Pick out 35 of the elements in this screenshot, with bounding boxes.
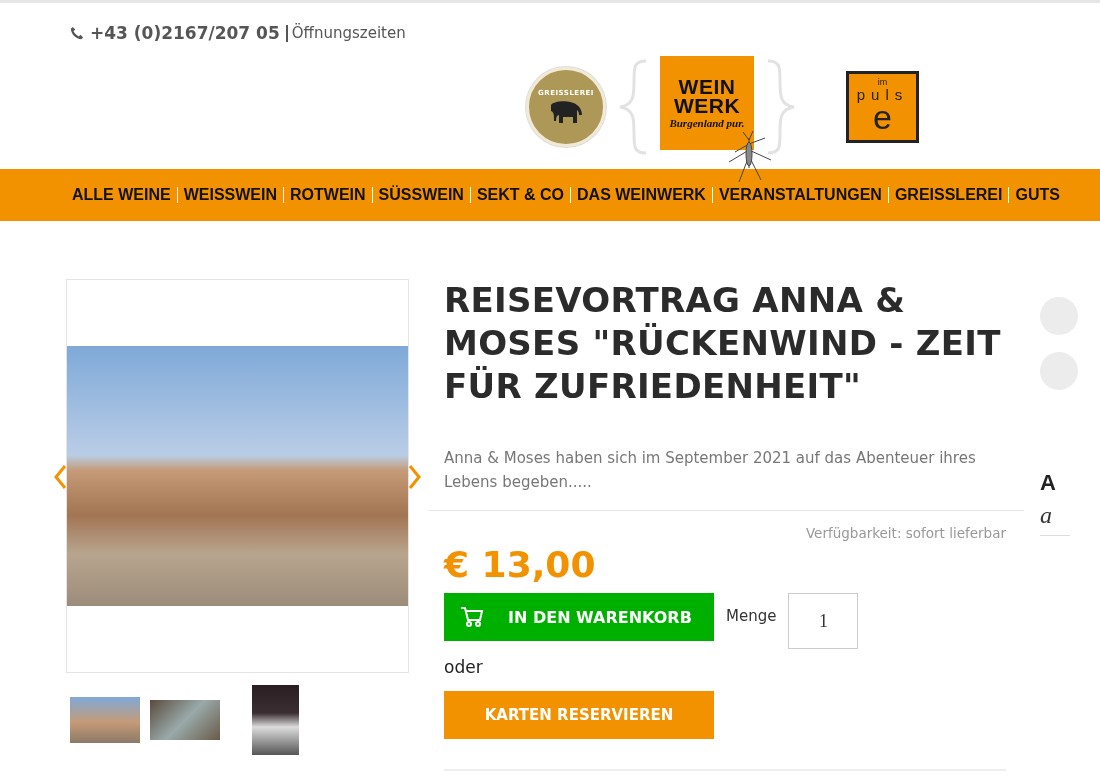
thumbnail-image[interactable]: [70, 697, 140, 743]
thumbnail-image[interactable]: [150, 700, 220, 740]
logo-text: puls: [856, 87, 909, 102]
chevron-left-icon[interactable]: [53, 464, 67, 490]
side-heading: A: [1040, 470, 1057, 496]
logo-text: e: [873, 102, 892, 132]
logo-text: im: [877, 77, 888, 87]
logo-text: WERK: [673, 96, 741, 115]
side-text: a: [1040, 502, 1053, 529]
chevron-right-icon[interactable]: [408, 464, 422, 490]
nav-link[interactable]: GREISSLEREI: [887, 187, 1009, 203]
price: € 13,00: [444, 545, 597, 585]
impulse-logo[interactable]: im puls e: [846, 71, 919, 143]
nav-link[interactable]: ROTWEIN: [283, 187, 372, 203]
opening-hours-link[interactable]: Öffnungszeiten: [285, 24, 406, 42]
nav-link[interactable]: WEISSWEIN: [176, 187, 283, 203]
thumbnail-image[interactable]: [252, 685, 299, 755]
product-title: REISEVORTRAG ANNA & MOSES "RÜCKENWIND - ZEIT FÜR ZUFRIEDENHEIT": [444, 279, 1002, 408]
or-text: oder: [444, 657, 484, 677]
weinwerk-logo[interactable]: WEIN WERK Burgenland pur.: [660, 56, 754, 150]
nav-link[interactable]: GUTS: [1008, 187, 1066, 203]
product-description: Anna & Moses haben sich im September 2021 auf das Abenteuer ihres Lebens begeben.....: [444, 448, 977, 493]
quantity-field[interactable]: 1: [788, 593, 859, 649]
nav-link[interactable]: DAS WEINWERK: [570, 187, 712, 203]
phone-number: +43 (0)2167/207 05: [90, 23, 280, 43]
logo-tagline: Burgenland pur.: [669, 117, 745, 129]
cart-icon: [460, 606, 484, 628]
nav-link[interactable]: SÜSSWEIN: [371, 187, 470, 203]
phone-icon: [70, 26, 84, 40]
quantity-label: Menge: [726, 607, 777, 625]
nav-link[interactable]: SEKT & CO: [469, 187, 571, 203]
nav-link[interactable]: ALLE WEINE: [66, 187, 177, 203]
availability-text: Verfügbarkeit: sofort lieferbar: [805, 525, 1006, 541]
nav-link[interactable]: VERANSTALTUNGEN: [711, 187, 888, 203]
logo-text: WEIN: [678, 77, 736, 96]
